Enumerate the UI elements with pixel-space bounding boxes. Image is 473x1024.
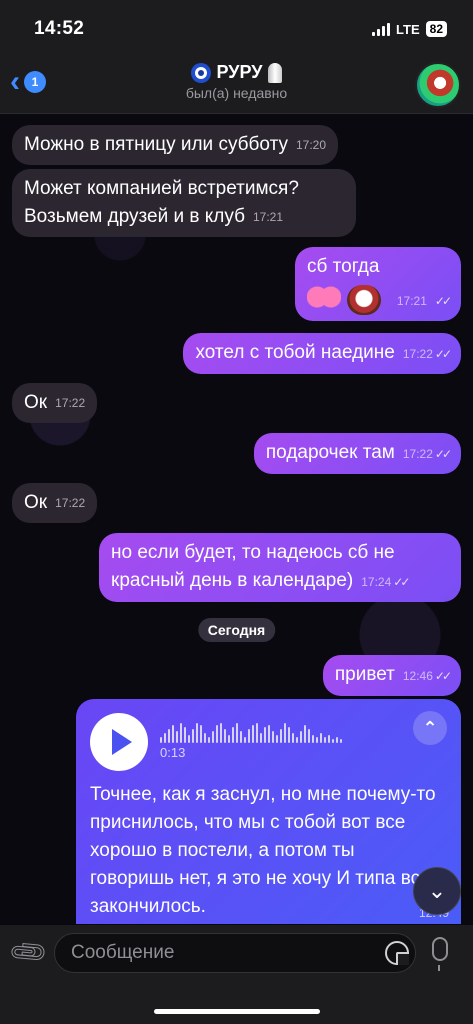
- message-text: привет: [334, 664, 395, 685]
- message-incoming[interactable]: Можно в пятницу или субботу 17:20: [12, 125, 339, 165]
- character-sticker-icon: [347, 285, 381, 315]
- avatar[interactable]: [415, 62, 461, 108]
- message-input[interactable]: [54, 933, 416, 973]
- voice-duration: 0:13: [160, 745, 186, 760]
- message-text: хотел с тобой наедине: [195, 342, 395, 363]
- message-text: но если будет, то надеюсь сб не красный …: [111, 542, 395, 591]
- message-text: Ок: [24, 492, 48, 513]
- read-check-icon: ✓✓: [434, 347, 452, 361]
- last-seen-status: был(а) недавно: [185, 85, 288, 101]
- read-check-icon: ✓✓: [434, 447, 452, 461]
- waveform[interactable]: [160, 721, 390, 743]
- message-incoming[interactable]: Ок 17:22: [12, 483, 98, 523]
- date-separator: Сегодня: [197, 618, 276, 642]
- clock: 14:52: [34, 18, 85, 39]
- message-outgoing[interactable]: сб тогда 17:21 ✓✓: [295, 247, 461, 321]
- message-text: Можно в пятницу или субботу: [24, 134, 288, 155]
- heart-sticker-icon: [307, 285, 341, 315]
- message-outgoing[interactable]: но если будет, то надеюсь сб не красный …: [99, 533, 461, 602]
- battery-icon: 82: [425, 21, 447, 37]
- message-time: 17:21: [252, 210, 284, 224]
- chevron-up-icon: ⌃: [422, 717, 438, 738]
- play-button[interactable]: [90, 713, 148, 771]
- read-check-icon: ✓✓: [434, 669, 452, 683]
- chat-header: ‹ 1 РУРУ был(а) недавно: [0, 58, 473, 114]
- message-time: 17:20: [296, 138, 327, 152]
- read-check-icon: ✓✓: [393, 575, 410, 589]
- sticker-row: 17:21 ✓✓: [307, 285, 452, 315]
- composer: 📎︎: [0, 925, 473, 1024]
- read-check-icon: ✓✓: [434, 294, 452, 308]
- signal-icon: [372, 22, 391, 36]
- message-outgoing[interactable]: хотел с тобой наедине 17:22 ✓✓: [183, 333, 461, 374]
- play-icon: [112, 729, 132, 755]
- evil-eye-icon: [190, 62, 211, 83]
- message-incoming[interactable]: Может компанией встретимся? Возьмем друз…: [12, 169, 356, 237]
- message-time: 12:46: [402, 669, 433, 683]
- chevron-down-icon: ⌄: [427, 878, 447, 903]
- paperclip-icon[interactable]: 📎︎: [6, 930, 51, 975]
- message-outgoing[interactable]: подарочек там 17:22 ✓✓: [253, 433, 461, 474]
- message-list[interactable]: Можно в пятницу или субботу 17:20 Может к…: [0, 115, 473, 925]
- message-time: 17:24: [361, 575, 392, 589]
- voice-message[interactable]: 0:13 ⌃ Точнее, как я заснул, но мне поче…: [76, 699, 461, 924]
- sticker-icon[interactable]: [385, 941, 409, 965]
- home-indicator: [154, 1009, 320, 1014]
- message-text: подарочек там: [265, 442, 395, 463]
- message-time: 17:22: [55, 396, 86, 410]
- chat-title: РУРУ: [216, 62, 263, 82]
- message-text: Ок: [24, 392, 48, 413]
- status-icons: LTE 82: [372, 21, 447, 37]
- message-outgoing[interactable]: привет 12:46 ✓✓: [322, 655, 461, 696]
- microphone-icon[interactable]: [432, 937, 448, 971]
- message-text: сб тогда: [307, 256, 380, 277]
- voice-transcript: Точнее, как я заснул, но мне почему-то п…: [90, 784, 436, 917]
- message-incoming[interactable]: Ок 17:22: [12, 383, 98, 423]
- message-time: 17:21: [396, 294, 427, 308]
- message-time: 17:22: [55, 496, 86, 510]
- status-bar: 14:52 LTE 82: [0, 0, 473, 58]
- emoji-icon: [268, 62, 283, 83]
- message-time: 17:22: [402, 347, 433, 361]
- chat-title-area[interactable]: РУРУ был(а) недавно: [0, 62, 473, 101]
- collapse-transcript-button[interactable]: ⌃: [413, 711, 447, 745]
- message-time: 17:22: [402, 447, 433, 461]
- network-type: LTE: [396, 21, 420, 37]
- scroll-to-bottom-button[interactable]: ⌄: [413, 867, 461, 915]
